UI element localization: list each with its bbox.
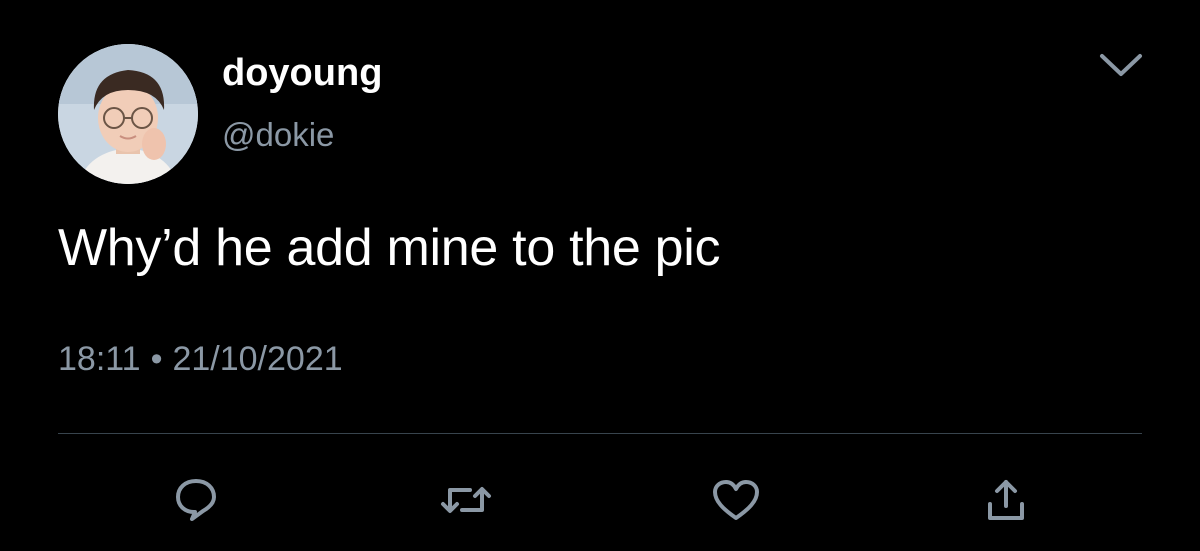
reply-icon <box>176 479 216 521</box>
heart-icon <box>713 480 759 520</box>
share-button[interactable] <box>980 474 1032 526</box>
tweet-timestamp[interactable]: 18:11 • 21/10/2021 <box>58 340 343 379</box>
user-handle[interactable]: @dokie <box>222 116 334 154</box>
divider <box>58 433 1142 434</box>
tweet-time: 18:11 <box>58 340 141 378</box>
chevron-down-icon[interactable] <box>1096 48 1146 82</box>
tweet-date: 21/10/2021 <box>172 340 343 378</box>
share-icon <box>988 480 1024 520</box>
reply-button[interactable] <box>170 474 222 526</box>
separator-dot: • <box>150 340 163 378</box>
retweet-button[interactable] <box>440 474 492 526</box>
avatar[interactable] <box>58 44 198 184</box>
profile-photo <box>58 44 198 184</box>
tweet-text: Why’d he add mine to the pic <box>58 219 721 277</box>
tweet-detail: doyoung @dokie Why’d he add mine to the … <box>0 0 1200 551</box>
like-button[interactable] <box>710 474 762 526</box>
display-name[interactable]: doyoung <box>222 52 382 95</box>
retweet-icon <box>441 487 491 513</box>
